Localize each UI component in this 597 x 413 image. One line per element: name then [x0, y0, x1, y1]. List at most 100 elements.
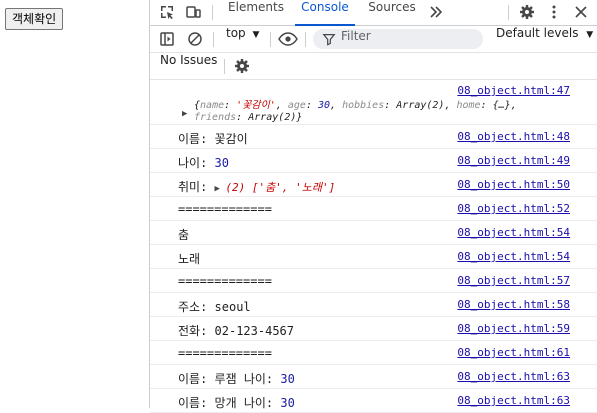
dropdown-arrow-icon: ▼	[252, 30, 260, 40]
object-check-button[interactable]: 객체확인	[5, 8, 64, 30]
live-expression-eye-icon[interactable]	[278, 31, 298, 47]
log-levels-label: Default levels	[496, 26, 579, 40]
log-text: 주소: seoul	[178, 300, 251, 314]
source-link[interactable]: 08_object.html:63	[457, 394, 570, 407]
source-link[interactable]: 08_object.html:59	[457, 322, 570, 335]
console-message: ============= 08_object.html:57	[150, 269, 597, 293]
filter-icon	[322, 34, 336, 46]
console-message-text: 나이: 30	[178, 154, 229, 171]
dropdown-arrow-icon: ▼	[586, 30, 594, 40]
devtools-tabbar: Elements Console Sources	[150, 0, 597, 26]
source-link[interactable]: 08_object.html:61	[457, 346, 570, 359]
console-message-text: 춤	[178, 226, 189, 243]
log-text: 전화: 02-123-4567	[178, 324, 295, 338]
issues-bar: No Issues	[150, 53, 597, 80]
tab-elements[interactable]: Elements	[228, 0, 284, 25]
log-text: 나이:	[178, 156, 215, 170]
source-link[interactable]: 08_object.html:57	[457, 274, 570, 287]
source-link[interactable]: 08_object.html:49	[457, 154, 570, 167]
context-label: top	[226, 26, 246, 40]
object-key: hobbies	[342, 100, 385, 111]
console-message-text: 이름: 꽃감이	[178, 130, 248, 147]
object-brace-close: }	[296, 112, 303, 123]
source-link[interactable]: 08_object.html:58	[457, 298, 570, 311]
filter-input[interactable]: Filter	[313, 29, 483, 49]
console-message: 노래 08_object.html:54	[150, 245, 597, 269]
object-key: home	[456, 100, 481, 111]
tab-console[interactable]: Console	[295, 0, 355, 26]
console-message: 이름: 루잼 나이: 30 08_object.html:63	[150, 365, 597, 389]
log-text: =============	[178, 346, 272, 360]
log-number: 30	[280, 372, 295, 386]
log-text: 노래	[178, 252, 201, 266]
console-message: 취미: ▶ (2) ['춤', '노래'] 08_object.html:50	[150, 173, 597, 197]
console-message-text: =============	[178, 346, 272, 360]
settings-gear-icon[interactable]	[519, 4, 535, 20]
object-value: 30	[317, 100, 331, 111]
console-message: ============= 08_object.html:61	[150, 341, 597, 365]
console-message: 전화: 02-123-4567 08_object.html:59	[150, 317, 597, 341]
console-message-object: 08_object.html:47 ▶ {name: '꽃감이', age: 3…	[150, 80, 597, 125]
log-text: 이름: 꽃감이	[178, 132, 248, 146]
source-link[interactable]: 08_object.html:47	[457, 84, 570, 97]
log-number: 30	[214, 156, 229, 170]
array-preview[interactable]: (2) ['춤', '노래']	[225, 181, 335, 194]
object-preview[interactable]: {name: '꽃감이', age: 30, hobbies: Array(2)…	[194, 100, 554, 124]
more-tabs-icon[interactable]	[428, 4, 444, 20]
console-message-text: 이름: 루잼 나이: 30	[178, 370, 295, 387]
object-key: friends	[194, 112, 237, 123]
console-toolbar: top ▼ Filter Default levels ▼	[150, 26, 597, 53]
console-message-text: 전화: 02-123-4567	[178, 322, 294, 339]
clear-console-icon[interactable]	[187, 31, 203, 47]
toolbar-divider	[224, 59, 225, 74]
console-output: 08_object.html:47 ▶ {name: '꽃감이', age: 3…	[150, 80, 597, 413]
source-link[interactable]: 08_object.html:48	[457, 130, 570, 143]
console-message-text: 주소: seoul	[178, 298, 251, 315]
filter-placeholder: Filter	[341, 29, 371, 43]
console-message-text: =============	[178, 274, 272, 288]
console-message: ============= 08_object.html:52	[150, 197, 597, 221]
toolbar-divider	[270, 32, 271, 47]
object-value: '꽃감이'	[236, 100, 276, 111]
expand-triangle-icon[interactable]: ▶	[182, 109, 187, 119]
toolbar-divider	[305, 32, 306, 47]
context-selector[interactable]: top ▼	[226, 26, 259, 52]
source-link[interactable]: 08_object.html:50	[457, 178, 570, 191]
console-message: 춤 08_object.html:54	[150, 221, 597, 245]
console-message: 이름: 꽃감이 08_object.html:48	[150, 125, 597, 149]
console-message-text: =============	[178, 202, 272, 216]
toolbar-divider	[212, 5, 213, 20]
more-options-icon[interactable]	[546, 4, 562, 20]
source-link[interactable]: 08_object.html:52	[457, 202, 570, 215]
tab-sources[interactable]: Sources	[366, 0, 418, 25]
source-link[interactable]: 08_object.html:54	[457, 250, 570, 263]
log-levels-dropdown[interactable]: Default levels ▼	[496, 26, 593, 52]
object-key: age	[287, 100, 306, 111]
devtools-panel: Elements Console Sources top ▼ Filter De…	[149, 0, 597, 413]
console-message-text: 취미: ▶ (2) ['춤', '노래']	[178, 178, 335, 195]
console-message: 이름: 망개 나이: 30 08_object.html:63	[150, 389, 597, 413]
console-message: 나이: 30 08_object.html:49	[150, 149, 597, 173]
object-value: Array(2)	[396, 100, 445, 111]
object-key: name	[200, 100, 225, 111]
source-link[interactable]: 08_object.html:63	[457, 370, 570, 383]
issues-status[interactable]: No Issues	[160, 53, 217, 79]
log-text: =============	[178, 202, 272, 216]
object-value: {…}	[492, 100, 511, 111]
log-text: 이름: 루잼 나이:	[178, 372, 281, 386]
console-message-text: 노래	[178, 250, 200, 267]
log-text: 취미:	[178, 180, 215, 194]
close-icon[interactable]	[573, 4, 589, 20]
console-settings-gear-icon[interactable]	[234, 58, 250, 74]
log-text: 춤	[178, 228, 190, 242]
object-value: Array(2)	[248, 112, 297, 123]
console-message-text: 이름: 망개 나이: 30	[178, 394, 295, 411]
source-link[interactable]: 08_object.html:54	[457, 226, 570, 239]
sidebar-toggle-icon[interactable]	[159, 31, 175, 47]
inspect-element-icon[interactable]	[159, 4, 175, 20]
expand-triangle-icon[interactable]: ▶	[215, 184, 226, 194]
device-toolbar-icon[interactable]	[185, 4, 201, 20]
toolbar-divider	[213, 32, 214, 47]
console-message: 주소: seoul 08_object.html:58	[150, 293, 597, 317]
log-text: =============	[178, 274, 272, 288]
